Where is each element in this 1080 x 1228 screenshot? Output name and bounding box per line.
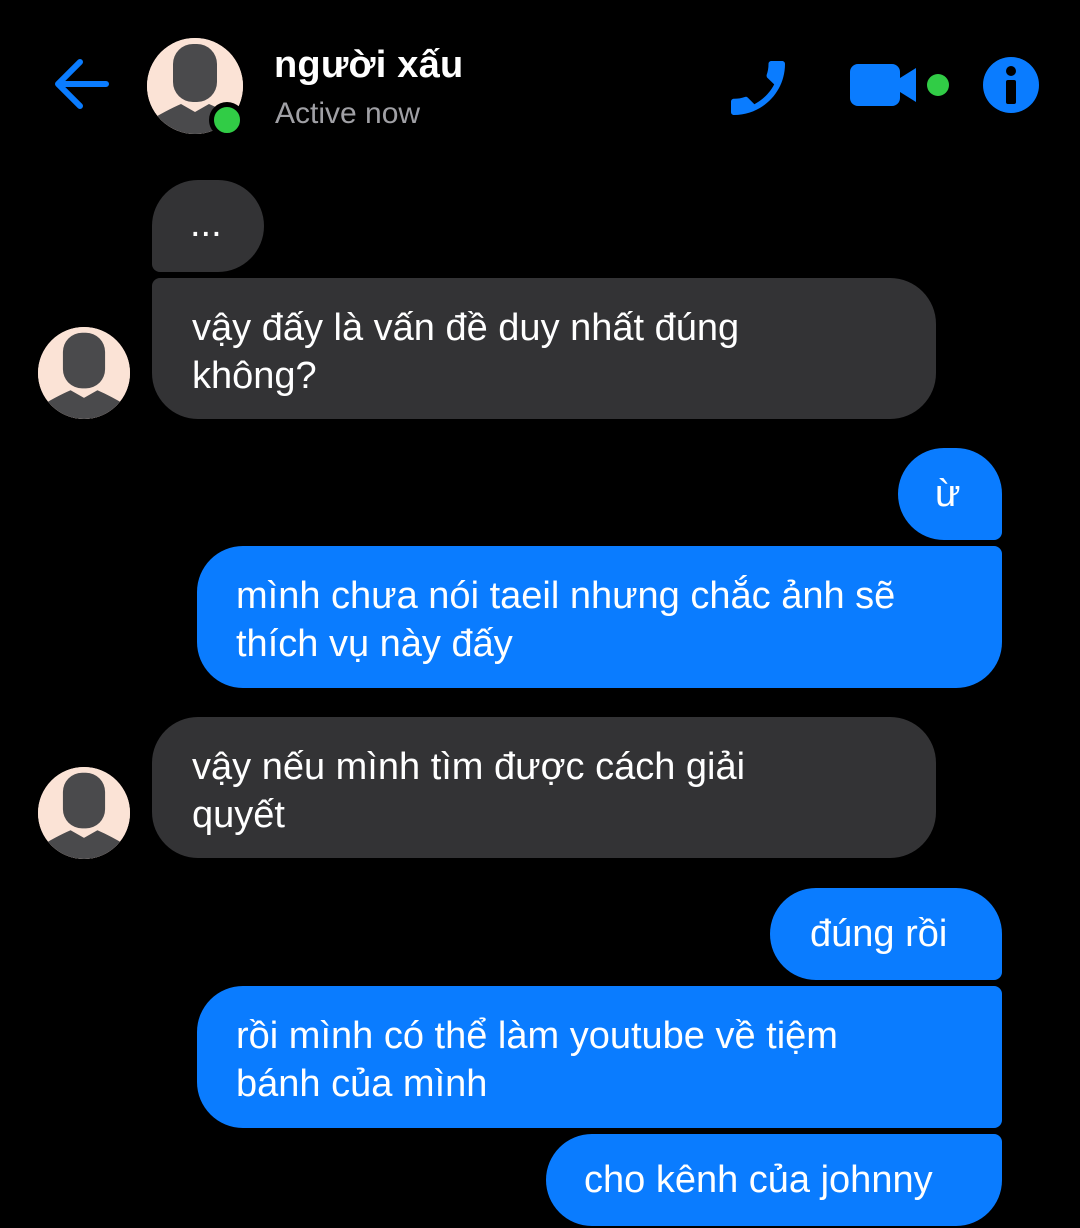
message-text: vậy nếu mình tìm được cách giải quyết bbox=[192, 746, 746, 836]
contact-avatar[interactable] bbox=[147, 38, 245, 138]
message-bubble-outgoing[interactable]: rồi mình có thể làm youtube về tiệm bánh… bbox=[197, 986, 1002, 1128]
sender-avatar[interactable] bbox=[38, 767, 130, 859]
contact-status: Active now bbox=[275, 97, 421, 130]
message-text: cho kênh của johnny bbox=[584, 1159, 933, 1201]
info-icon bbox=[983, 57, 1039, 113]
message-text: ... bbox=[190, 203, 222, 245]
message-bubble-incoming[interactable]: ... bbox=[152, 180, 264, 272]
message-text: ừ bbox=[935, 473, 961, 515]
phone-icon bbox=[731, 61, 785, 115]
message-text: rồi mình có thể làm youtube về tiệm bánh… bbox=[236, 1015, 838, 1105]
default-avatar-icon bbox=[38, 327, 130, 419]
online-status-dot bbox=[209, 102, 245, 138]
message-bubble-incoming[interactable]: vậy nếu mình tìm được cách giải quyết bbox=[152, 717, 936, 858]
message-bubble-outgoing[interactable]: cho kênh của johnny bbox=[546, 1134, 1002, 1226]
message-bubble-outgoing[interactable]: mình chưa nói taeil nhưng chắc ảnh sẽ th… bbox=[197, 546, 1002, 688]
message-bubble-outgoing[interactable]: ừ bbox=[898, 448, 1002, 540]
video-call-button[interactable] bbox=[846, 56, 956, 116]
chat-header: người xấu Active now bbox=[0, 0, 1080, 170]
sender-avatar[interactable] bbox=[38, 327, 130, 419]
message-text: đúng rồi bbox=[810, 913, 948, 955]
message-bubble-incoming[interactable]: vậy đấy là vấn đề duy nhất đúng không? bbox=[152, 278, 936, 419]
conversation-info-button[interactable] bbox=[982, 56, 1040, 114]
video-camera-icon bbox=[850, 64, 949, 106]
contact-name[interactable]: người xấu bbox=[274, 44, 463, 87]
voice-call-button[interactable] bbox=[722, 52, 794, 124]
default-avatar-icon bbox=[38, 767, 130, 859]
arrow-left-icon bbox=[55, 59, 109, 109]
message-text: vậy đấy là vấn đề duy nhất đúng không? bbox=[192, 307, 740, 397]
message-bubble-outgoing[interactable]: đúng rồi bbox=[770, 888, 1002, 980]
back-button[interactable] bbox=[50, 52, 114, 116]
message-text: mình chưa nói taeil nhưng chắc ảnh sẽ th… bbox=[236, 575, 896, 665]
